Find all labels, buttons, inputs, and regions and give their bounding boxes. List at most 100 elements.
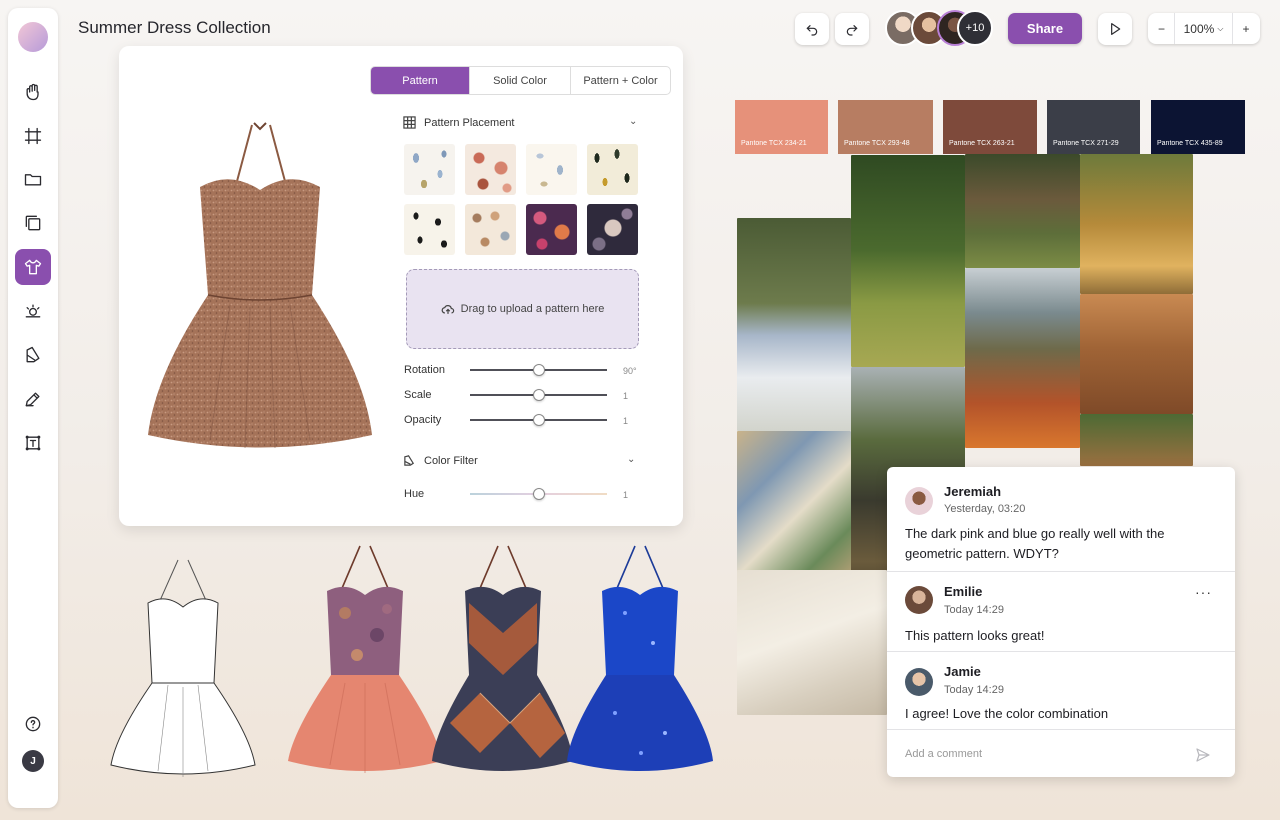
left-toolbar: J xyxy=(8,8,58,808)
divider xyxy=(887,729,1235,730)
pattern-swatch[interactable] xyxy=(587,204,638,255)
comment-text: The dark pink and blue go really well wi… xyxy=(905,526,1165,561)
scale-slider-handle[interactable] xyxy=(532,389,545,401)
share-button[interactable]: Share xyxy=(1008,13,1082,44)
zoom-out-button[interactable]: − xyxy=(1149,13,1175,44)
chevron-down-icon: ⌵ xyxy=(1217,23,1224,33)
scale-value: 1 xyxy=(623,391,629,401)
page-title: Summer Dress Collection xyxy=(78,18,271,37)
pencil-icon[interactable] xyxy=(15,381,51,417)
redo-icon xyxy=(846,25,858,36)
comment-text: I agree! Love the color combination xyxy=(905,706,1109,721)
zoom-level-dropdown[interactable]: 100% ⌵ xyxy=(1175,13,1233,44)
comment-text: This pattern looks great! xyxy=(905,628,1045,643)
opacity-slider-handle[interactable] xyxy=(532,414,545,426)
fill-mode-tabs: Pattern Solid Color Pattern + Color xyxy=(370,66,671,95)
chevron-down-icon[interactable]: ⌄ xyxy=(629,116,637,127)
frame-tool-icon[interactable] xyxy=(15,118,51,154)
undo-button[interactable] xyxy=(795,13,829,45)
scale-label: Scale xyxy=(404,389,432,401)
comment-time: Today 14:29 xyxy=(944,684,1004,696)
pattern-swatch[interactable] xyxy=(526,144,577,195)
play-button[interactable] xyxy=(1098,13,1132,45)
hand-tool-icon[interactable] xyxy=(15,74,51,110)
rotation-slider-handle[interactable] xyxy=(532,364,545,376)
pattern-swatch[interactable] xyxy=(404,204,455,255)
commenter-avatar xyxy=(905,487,933,515)
color-filter-icon xyxy=(404,455,415,466)
send-icon[interactable] xyxy=(1195,747,1211,763)
color-filter-header[interactable]: Color Filter xyxy=(403,454,478,467)
moodboard-photo[interactable] xyxy=(965,154,1080,268)
moodboard-photo[interactable] xyxy=(1080,154,1193,294)
opacity-value: 1 xyxy=(623,416,629,426)
text-box-icon[interactable] xyxy=(15,425,51,461)
undo-icon xyxy=(806,25,818,36)
dress-variant-coral xyxy=(288,545,442,773)
comment-time: Yesterday, 03:20 xyxy=(944,503,1026,515)
pattern-placement-header[interactable]: Pattern Placement xyxy=(403,116,515,129)
pattern-swatch[interactable] xyxy=(404,144,455,195)
moodboard-photo[interactable] xyxy=(1080,294,1193,414)
dress-sketch-image xyxy=(110,559,256,777)
moodboard-photo[interactable] xyxy=(737,218,851,431)
zoom-in-button[interactable]: + xyxy=(1233,13,1259,44)
pantone-swatch[interactable]: Pantone TCX 293-48 xyxy=(838,100,933,154)
help-icon[interactable] xyxy=(15,706,51,742)
moodboard-photo[interactable] xyxy=(737,570,887,715)
pattern-swatch[interactable] xyxy=(526,204,577,255)
pantone-swatch[interactable]: Pantone TCX 234-21 xyxy=(735,100,828,154)
color-filter-title: Color Filter xyxy=(424,454,478,467)
pattern-swatch[interactable] xyxy=(465,204,516,255)
commenter-name: Jeremiah xyxy=(944,484,1002,499)
dress-preview-image xyxy=(148,122,372,449)
commenter-avatar xyxy=(905,586,933,614)
more-options-icon[interactable]: ··· xyxy=(1195,584,1212,600)
app-logo[interactable] xyxy=(18,22,48,52)
zoom-control: − 100% ⌵ + xyxy=(1148,13,1260,44)
comments-panel: Jeremiah Yesterday, 03:20 The dark pink … xyxy=(887,467,1235,777)
commenter-name: Emilie xyxy=(944,584,983,599)
tab-pattern-color[interactable]: Pattern + Color xyxy=(571,67,670,94)
collaborators-more-badge[interactable]: +10 xyxy=(957,10,993,46)
user-avatar[interactable]: J xyxy=(22,750,44,772)
pantone-swatch[interactable]: Pantone TCX 435-89 xyxy=(1151,100,1245,154)
commenter-avatar xyxy=(905,668,933,696)
comment-time: Today 14:29 xyxy=(944,604,1004,616)
pattern-swatch[interactable] xyxy=(587,144,638,195)
chevron-down-icon[interactable]: ⌄ xyxy=(627,454,635,465)
hue-slider-handle[interactable] xyxy=(532,488,545,500)
upload-label: Drag to upload a pattern here xyxy=(460,303,605,315)
redo-button[interactable] xyxy=(835,13,869,45)
pantone-swatch[interactable]: Pantone TCX 271-29 xyxy=(1047,100,1140,154)
moodboard-photo[interactable] xyxy=(1080,414,1193,466)
opacity-label: Opacity xyxy=(404,414,442,426)
rotation-label: Rotation xyxy=(404,364,445,376)
tab-pattern[interactable]: Pattern xyxy=(371,67,470,94)
tab-solid-color[interactable]: Solid Color xyxy=(470,67,571,94)
cloud-upload-icon xyxy=(441,305,454,314)
moodboard-photo[interactable] xyxy=(737,431,851,580)
rotation-value: 90° xyxy=(623,366,637,376)
pantone-swatch[interactable]: Pantone TCX 263-21 xyxy=(943,100,1037,154)
moodboard-photo[interactable] xyxy=(965,268,1080,448)
hue-value: 1 xyxy=(623,490,629,500)
divider xyxy=(887,571,1235,572)
divider xyxy=(887,651,1235,652)
play-icon xyxy=(1111,23,1121,35)
dress-variant-sequin xyxy=(567,545,713,771)
pattern-upload-dropzone[interactable]: Drag to upload a pattern here xyxy=(406,269,639,349)
folder-icon[interactable] xyxy=(15,161,51,197)
moodboard-photo[interactable] xyxy=(851,155,965,367)
pattern-placement-title: Pattern Placement xyxy=(424,116,515,129)
comment-input[interactable]: Add a comment xyxy=(905,748,982,760)
layers-icon[interactable] xyxy=(15,205,51,241)
lighting-icon[interactable] xyxy=(15,293,51,329)
garment-tool-icon[interactable] xyxy=(15,249,51,285)
hue-label: Hue xyxy=(404,488,425,500)
fill-tool-icon[interactable] xyxy=(15,337,51,373)
commenter-name: Jamie xyxy=(944,664,981,679)
zoom-level-value: 100% xyxy=(1183,21,1215,36)
pattern-grid-icon xyxy=(403,116,416,129)
pattern-swatch[interactable] xyxy=(465,144,516,195)
